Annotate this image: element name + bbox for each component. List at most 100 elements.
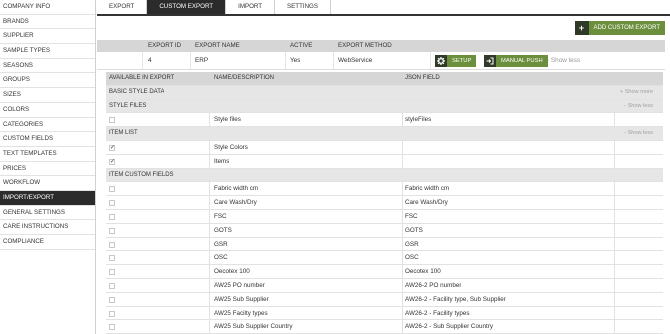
tab-settings[interactable]: SETTINGS — [275, 0, 331, 14]
available-checkbox[interactable] — [109, 269, 115, 276]
header-available: AVAILABLE IN EXPORT — [109, 75, 175, 81]
available-checkbox[interactable] — [109, 310, 115, 317]
sidebar-item-sizes[interactable]: SIZES — [0, 88, 95, 103]
field-row: ✓ Items — [106, 154, 663, 169]
field-group-label: STYLE FILES — [109, 102, 147, 109]
available-checkbox[interactable] — [109, 241, 115, 248]
tab-bar: EXPORT CUSTOM EXPORT IMPORT SETTINGS — [97, 0, 670, 16]
field-row: ✓ Style Colors — [106, 140, 663, 155]
sidebar-item-general-settings[interactable]: GENERAL SETTINGS — [0, 206, 95, 221]
available-checkbox[interactable] — [109, 324, 115, 331]
field-json: GOTS — [405, 226, 423, 234]
field-name: Fabric width cm — [214, 185, 259, 193]
field-row: Oecotex 100 Oecotex 100 — [106, 265, 663, 279]
header-export-id: EXPORT ID — [148, 42, 182, 49]
sidebar-item-care-instructions[interactable]: CARE INSTRUCTIONS — [0, 220, 95, 235]
check-icon: ✓ — [110, 158, 116, 165]
field-row: AW25 Facilty types AW26-2 - Facility type… — [106, 306, 663, 321]
field-row: AW25 PO number AW26-2 PO number — [106, 278, 663, 293]
field-group-row: ITEM LIST - Show less — [106, 127, 663, 141]
manual-push-button[interactable]: MANUAL PUSH — [484, 55, 548, 67]
field-row: Style files styleFiles — [106, 113, 663, 128]
manual-push-label: MANUAL PUSH — [501, 58, 543, 64]
field-row: OSC OSC — [106, 251, 663, 266]
field-group-row: STYLE FILES - Show less — [106, 99, 663, 114]
export-row: 4 ERP Yes WebService SETUP MANUAL PUSH -… — [97, 52, 665, 70]
field-row: GSR GSR — [106, 237, 663, 252]
field-name: OSC — [214, 254, 228, 262]
export-show-less-link[interactable]: - Show less — [547, 52, 580, 70]
sidebar-item-supplier[interactable]: SUPPLIER — [0, 29, 95, 45]
available-checkbox[interactable] — [109, 200, 115, 207]
export-id-value: 4 — [148, 57, 152, 64]
sidebar-item-import-export[interactable]: IMPORT/EXPORT — [0, 190, 95, 206]
field-group-toggle-link[interactable]: + Show more — [620, 86, 653, 100]
field-group-label: ITEM CUSTOM FIELDS — [109, 171, 174, 178]
field-name: GSR — [214, 240, 228, 248]
available-checkbox-checked[interactable]: ✓ — [109, 144, 116, 151]
field-row: AW25 Sub Supplier AW26-2 - Facility type,… — [106, 292, 663, 307]
field-group-toggle-link[interactable]: - Show less — [624, 127, 653, 141]
field-row: GOTS GOTS — [106, 223, 663, 238]
field-json: AW26-2 - Sub Supplier Country — [405, 323, 493, 331]
header-export-name: EXPORT NAME — [195, 42, 240, 49]
field-group-toggle-link[interactable]: - Show less — [624, 100, 653, 114]
header-active: ACTIVE — [290, 42, 313, 49]
field-name: FSC — [214, 212, 227, 220]
field-json: OSC — [405, 254, 419, 262]
available-checkbox[interactable] — [109, 227, 115, 234]
field-json: AW26-2 - Facility type, Sub Supplier — [405, 295, 506, 303]
check-icon: ✓ — [110, 144, 116, 151]
sidebar-item-brands[interactable]: BRANDS — [0, 15, 95, 30]
field-name: AW25 Facilty types — [214, 309, 268, 317]
field-name: AW25 Sub Supplier Country — [214, 323, 293, 331]
sidebar-item-groups[interactable]: GROUPS — [0, 73, 95, 89]
export-name-value: ERP — [195, 57, 209, 64]
field-name: Care Wash/Dry — [214, 199, 257, 207]
header-json-field: JSON FIELD — [405, 75, 440, 81]
field-name: AW25 PO number — [214, 281, 265, 289]
tab-import[interactable]: IMPORT — [226, 0, 276, 14]
available-checkbox[interactable] — [109, 282, 115, 289]
export-method-value: WebService — [338, 57, 373, 64]
setup-label: SETUP — [452, 58, 472, 64]
field-group-label: BASIC STYLE DATA — [109, 88, 165, 95]
available-checkbox[interactable] — [109, 255, 115, 262]
export-active-value: Yes — [290, 57, 301, 64]
sidebar-item-custom-fields[interactable]: CUSTOM FIELDS — [0, 132, 95, 147]
available-checkbox-checked[interactable]: ✓ — [109, 158, 116, 165]
available-checkbox[interactable] — [109, 117, 115, 124]
sidebar-item-colors[interactable]: COLORS — [0, 103, 95, 118]
sidebar-item-sample-types[interactable]: SAMPLE TYPES — [0, 44, 95, 59]
field-name: Style Colors — [214, 143, 248, 151]
tab-custom-export[interactable]: CUSTOM EXPORT — [147, 0, 227, 14]
tab-export[interactable]: EXPORT — [97, 0, 148, 14]
setup-button[interactable]: SETUP — [435, 55, 477, 67]
sidebar: COMPANY INFO BRANDS SUPPLIER SAMPLE TYPES SE… — [0, 0, 96, 334]
field-group-label: ITEM LIST — [109, 130, 138, 137]
sidebar-item-text-templates[interactable]: TEXT TEMPLATES — [0, 147, 95, 162]
sidebar-item-categories[interactable]: CATEGORIES — [0, 118, 95, 133]
available-checkbox[interactable] — [109, 186, 115, 193]
field-json: GSR — [405, 240, 419, 248]
field-json: AW26-2 - Facility types — [405, 309, 470, 317]
sidebar-item-seasons[interactable]: SEASONS — [0, 59, 95, 74]
sidebar-item-prices[interactable]: PRICES — [0, 162, 95, 177]
plus-icon: + — [574, 21, 589, 35]
field-group-row: BASIC STYLE DATA + Show more — [106, 85, 663, 100]
field-row: Fabric width cm Fabric width cm — [106, 182, 663, 197]
available-checkbox[interactable] — [109, 296, 115, 303]
field-json: Care Wash/Dry — [405, 199, 448, 207]
exports-table-header: EXPORT ID EXPORT NAME ACTIVE EXPORT METH… — [97, 40, 665, 52]
sidebar-item-compliance[interactable]: COMPLIANCE — [0, 235, 95, 250]
field-json: Fabric width cm — [405, 185, 450, 193]
sidebar-item-company-info[interactable]: COMPANY INFO — [0, 0, 95, 15]
field-json: FSC — [405, 212, 418, 220]
available-checkbox[interactable] — [109, 213, 115, 220]
add-custom-export-button[interactable]: + ADD CUSTOM EXPORT — [574, 21, 665, 35]
sidebar-item-workflow[interactable]: WORKFLOW — [0, 176, 95, 191]
field-group-row: ITEM CUSTOM FIELDS — [106, 168, 663, 183]
field-name: Items — [214, 157, 230, 165]
gear-icon — [435, 55, 447, 67]
field-row: Care Wash/Dry Care Wash/Dry — [106, 196, 663, 210]
